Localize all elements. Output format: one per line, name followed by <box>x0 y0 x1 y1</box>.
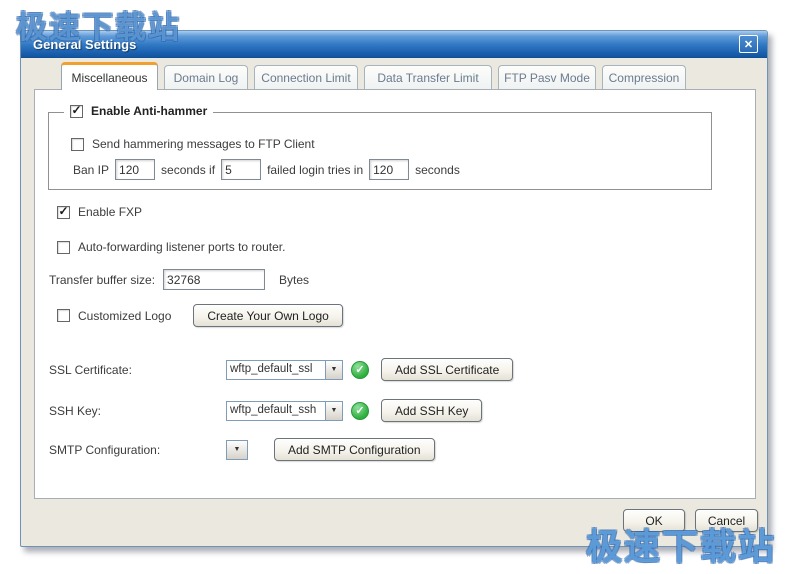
tab-compression[interactable]: Compression <box>602 65 686 90</box>
seconds-suffix-label: seconds <box>415 163 460 177</box>
ssh-key-row: SSH Key: wftp_default_ssh ▼ ✓ Add SSH Ke… <box>49 399 482 422</box>
check-icon: ✓ <box>71 104 81 116</box>
add-ssh-key-button[interactable]: Add SSH Key <box>381 399 482 422</box>
customized-logo-label: Customized Logo <box>78 309 171 323</box>
chevron-down-icon[interactable]: ▼ <box>325 361 342 379</box>
tab-ftp-pasv-mode[interactable]: FTP Pasv Mode <box>498 65 596 90</box>
ban-seconds-input[interactable] <box>115 159 155 180</box>
enable-fxp-label: Enable FXP <box>78 205 142 219</box>
chevron-down-icon[interactable]: ▼ <box>325 402 342 420</box>
tab-label: Compression <box>609 71 680 85</box>
ssl-certificate-label: SSL Certificate: <box>49 363 218 377</box>
create-logo-button[interactable]: Create Your Own Logo <box>193 304 342 327</box>
tab-label: Connection Limit <box>261 71 350 85</box>
ban-ip-prefix-label: Ban IP <box>73 163 109 177</box>
cancel-button[interactable]: Cancel <box>695 509 758 532</box>
buffer-size-label: Transfer buffer size: <box>49 273 155 287</box>
ssh-key-value: wftp_default_ssh <box>227 402 325 420</box>
ssh-key-select[interactable]: wftp_default_ssh ▼ <box>226 401 343 421</box>
customized-logo-checkbox[interactable] <box>57 309 70 322</box>
auto-forwarding-checkbox[interactable] <box>57 241 70 254</box>
ssh-valid-check-icon: ✓ <box>351 402 369 420</box>
auto-forwarding-label: Auto-forwarding listener ports to router… <box>78 240 285 254</box>
ok-button[interactable]: OK <box>623 509 685 532</box>
ssl-certificate-row: SSL Certificate: wftp_default_ssl ▼ ✓ Ad… <box>49 358 513 381</box>
dialog-titlebar[interactable]: General Settings ✕ <box>21 31 767 58</box>
customized-logo-row: Customized Logo Create Your Own Logo <box>57 304 343 327</box>
screenshot-page: 极速下载站 General Settings ✕ Miscellaneous D… <box>0 0 799 574</box>
ban-ip-row: Ban IP seconds if failed login tries in … <box>73 159 460 180</box>
tab-label: Miscellaneous <box>71 71 147 85</box>
enable-anti-hammer-checkbox[interactable]: ✓ <box>70 105 83 118</box>
tab-connection-limit[interactable]: Connection Limit <box>254 65 358 90</box>
send-hammering-checkbox[interactable] <box>71 138 84 151</box>
anti-hammer-legend: ✓ Enable Anti-hammer <box>64 104 213 118</box>
buffer-unit-label: Bytes <box>279 273 309 287</box>
tab-content-panel: ✓ Enable Anti-hammer Send hammering mess… <box>34 89 756 499</box>
tab-domain-log[interactable]: Domain Log <box>164 65 248 90</box>
enable-fxp-checkbox[interactable]: ✓ <box>57 206 70 219</box>
buffer-size-row: Transfer buffer size: Bytes <box>49 269 309 290</box>
failed-tries-input[interactable] <box>221 159 261 180</box>
ssl-certificate-select[interactable]: wftp_default_ssl ▼ <box>226 360 343 380</box>
send-hammering-label: Send hammering messages to FTP Client <box>92 137 315 151</box>
tab-data-transfer-limit[interactable]: Data Transfer Limit <box>364 65 492 90</box>
ssl-valid-check-icon: ✓ <box>351 361 369 379</box>
failed-login-label: failed login tries in <box>267 163 363 177</box>
close-icon[interactable]: ✕ <box>739 35 758 53</box>
check-icon: ✓ <box>58 205 68 217</box>
tab-label: FTP Pasv Mode <box>504 71 590 85</box>
add-smtp-configuration-button[interactable]: Add SMTP Configuration <box>274 438 435 461</box>
smtp-configuration-label: SMTP Configuration: <box>49 443 218 457</box>
window-seconds-input[interactable] <box>369 159 409 180</box>
ssl-certificate-value: wftp_default_ssl <box>227 361 325 379</box>
general-settings-dialog: General Settings ✕ Miscellaneous Domain … <box>20 30 768 547</box>
enable-fxp-row: ✓ Enable FXP <box>57 205 142 219</box>
seconds-if-label: seconds if <box>161 163 215 177</box>
add-ssl-certificate-button[interactable]: Add SSL Certificate <box>381 358 513 381</box>
anti-hammer-groupbox: ✓ Enable Anti-hammer Send hammering mess… <box>48 112 712 190</box>
smtp-configuration-select[interactable]: ▼ <box>226 440 248 460</box>
auto-forwarding-row: Auto-forwarding listener ports to router… <box>57 240 285 254</box>
dialog-title: General Settings <box>33 37 136 52</box>
buffer-size-input[interactable] <box>163 269 265 290</box>
chevron-down-icon[interactable]: ▼ <box>227 441 247 459</box>
enable-anti-hammer-label: Enable Anti-hammer <box>91 104 207 118</box>
smtp-configuration-row: SMTP Configuration: ▼ Add SMTP Configura… <box>49 438 435 461</box>
tab-miscellaneous[interactable]: Miscellaneous <box>61 62 158 90</box>
send-hammering-row: Send hammering messages to FTP Client <box>71 137 315 151</box>
ssh-key-label: SSH Key: <box>49 404 218 418</box>
tab-label: Domain Log <box>174 71 239 85</box>
tab-label: Data Transfer Limit <box>377 71 478 85</box>
